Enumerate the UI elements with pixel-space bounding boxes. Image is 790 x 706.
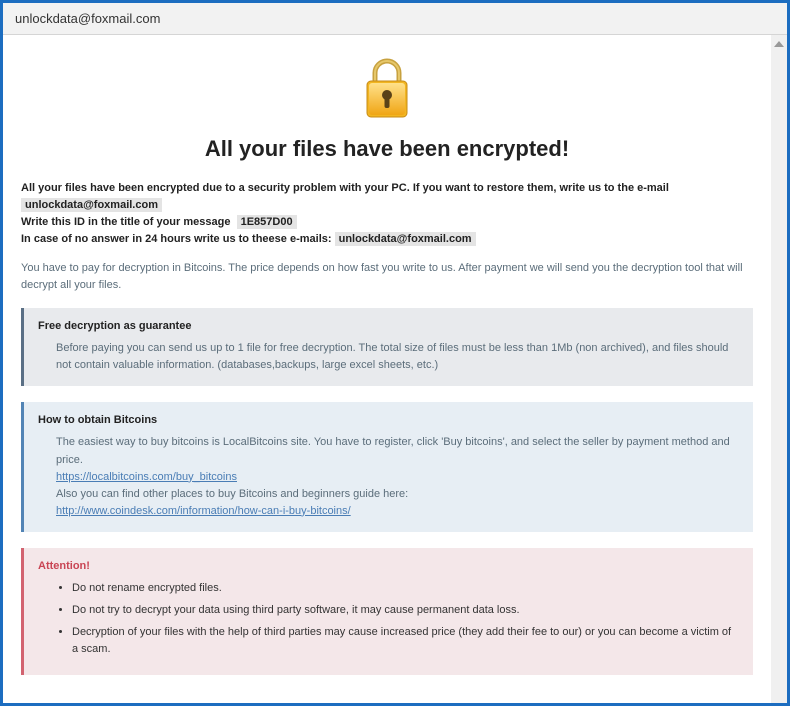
main-heading: All your files have been encrypted! <box>21 136 753 162</box>
panel-guarantee-body: Before paying you can send us up to 1 fi… <box>38 340 739 374</box>
email-primary: unlockdata@foxmail.com <box>21 198 162 212</box>
payment-note: You have to pay for decryption in Bitcoi… <box>21 260 753 294</box>
panel-attention: Attention! Do not rename encrypted files… <box>21 548 753 675</box>
intro-line1: All your files have been encrypted due t… <box>21 182 669 194</box>
attention-list: Do not rename encrypted files. Do not tr… <box>38 580 739 658</box>
lock-icon-wrap <box>21 53 753 126</box>
obtain-line1: The easiest way to buy bitcoins is Local… <box>56 436 730 465</box>
link-coindesk[interactable]: http://www.coindesk.com/information/how-… <box>56 505 351 517</box>
link-localbitcoins[interactable]: https://localbitcoins.com/buy_bitcoins <box>56 471 237 483</box>
attention-item: Do not try to decrypt your data using th… <box>72 602 739 619</box>
content-wrap: All your files have been encrypted! All … <box>3 35 787 703</box>
ransom-window: unlockdata@foxmail.com <box>0 0 790 706</box>
lock-icon <box>357 53 417 123</box>
intro-line3: In case of no answer in 24 hours write u… <box>21 233 332 245</box>
panel-obtain: How to obtain Bitcoins The easiest way t… <box>21 402 753 531</box>
window-titlebar: unlockdata@foxmail.com <box>3 3 787 35</box>
panel-attention-title: Attention! <box>38 558 739 575</box>
window-title: unlockdata@foxmail.com <box>15 11 160 26</box>
intro-block: All your files have been encrypted due t… <box>21 180 753 248</box>
panel-guarantee-title: Free decryption as guarantee <box>38 318 739 335</box>
email-secondary: unlockdata@foxmail.com <box>335 232 476 246</box>
panel-guarantee: Free decryption as guarantee Before payi… <box>21 308 753 386</box>
scrollbar[interactable] <box>771 35 787 703</box>
obtain-line2: Also you can find other places to buy Bi… <box>56 488 408 500</box>
panel-obtain-title: How to obtain Bitcoins <box>38 412 739 429</box>
victim-id: 1E857D00 <box>237 215 297 229</box>
scroll-up-icon[interactable] <box>774 41 784 47</box>
attention-item: Decryption of your files with the help o… <box>72 624 739 658</box>
panel-obtain-body: The easiest way to buy bitcoins is Local… <box>38 434 739 519</box>
intro-line2: Write this ID in the title of your messa… <box>21 216 230 228</box>
content-area: All your files have been encrypted! All … <box>3 35 771 703</box>
attention-item: Do not rename encrypted files. <box>72 580 739 597</box>
